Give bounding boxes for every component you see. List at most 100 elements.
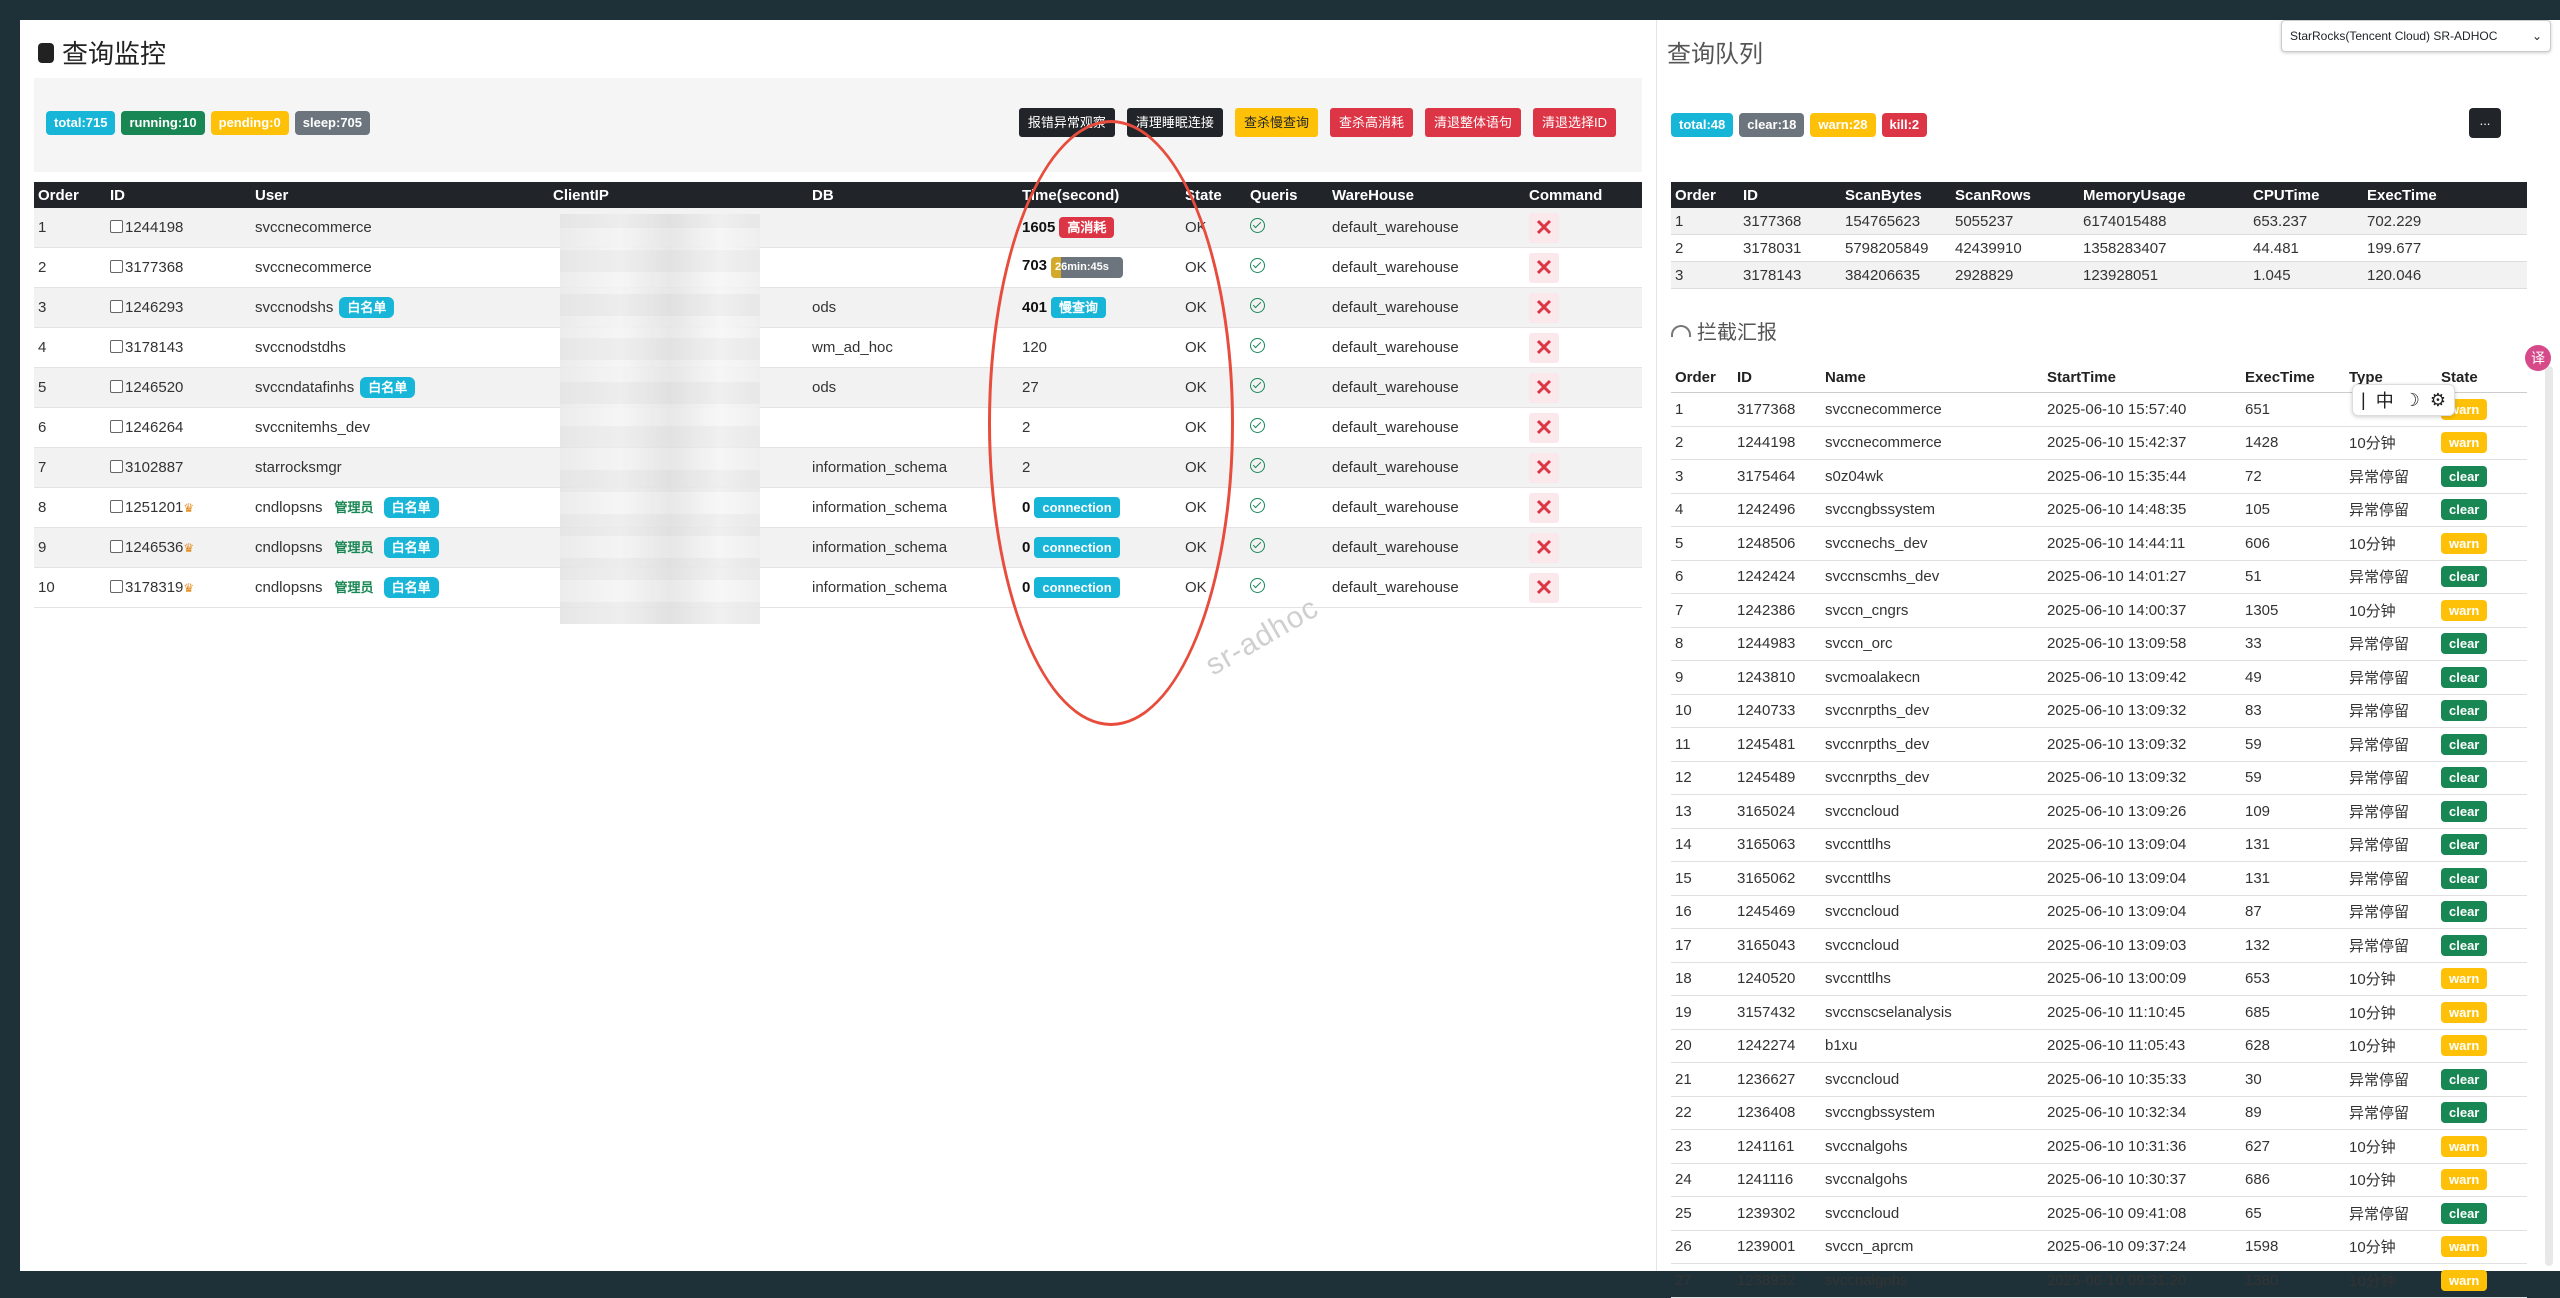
table-row: 18 1240520 svccnttlhs 2025-06-10 13:00:09 65…	[1671, 962, 2527, 996]
intercept-cell: 18	[1671, 962, 1733, 996]
queries-cell	[1246, 527, 1328, 568]
row-checkbox[interactable]	[110, 380, 123, 393]
intercept-cell: svccncloud	[1821, 928, 2043, 963]
intercept-cell: 20	[1671, 1029, 1733, 1063]
row-checkbox[interactable]	[110, 580, 123, 593]
queue-warn-badge: warn:28	[1810, 113, 1876, 137]
table-row: 3 3178143 384206635 2928829 123928051 1.045 12…	[1671, 261, 2527, 289]
scrollbar[interactable]	[2545, 366, 2553, 1266]
kill-button[interactable]: ✕	[1529, 332, 1559, 363]
intercept-cell: 2025-06-10 13:09:58	[2043, 627, 2241, 661]
check-circle-icon[interactable]	[1250, 378, 1265, 393]
row-checkbox[interactable]	[110, 260, 123, 273]
kill-all-button[interactable]: 清退整体语句	[1424, 108, 1521, 137]
table-row: 1 3177368 154765623 5055237 6174015488 653.23…	[1671, 208, 2527, 235]
kill-button[interactable]: ✕	[1529, 292, 1559, 323]
intercept-cell: 10	[1671, 694, 1733, 728]
kill-slow-button[interactable]: 查杀慢查询	[1234, 108, 1318, 137]
queries-cell	[1246, 487, 1328, 528]
ime-toolbar[interactable]: | 中 ☽ ⚙	[2352, 384, 2455, 416]
db-cell	[808, 247, 1018, 288]
check-circle-icon[interactable]	[1250, 258, 1265, 273]
whitelist-tag: 白名单	[383, 537, 439, 558]
state-badge: warn	[2441, 1001, 2488, 1023]
intercept-cell: 1242496	[1733, 493, 1821, 527]
kill-heavy-button[interactable]: 查杀高消耗	[1329, 108, 1413, 137]
column-header: Name	[1821, 362, 2043, 393]
intercept-cell: svccnalgohs	[1821, 1163, 2043, 1197]
id-cell: 1246536♛	[106, 527, 251, 568]
gear-icon[interactable]: ⚙	[2430, 390, 2446, 411]
intercept-cell: 1428	[2241, 426, 2345, 460]
intercept-cell: 109	[2241, 794, 2345, 829]
intercept-cell: 27	[1671, 1263, 1733, 1298]
intercept-cell: 49	[2241, 660, 2345, 695]
db-cell: ods	[808, 367, 1018, 408]
status-badges: total:715 running:10 pending:0 sleep:705	[46, 111, 371, 135]
table-row: 2 1244198 svccnecommerce 2025-06-10 15:42:3…	[1671, 426, 2527, 460]
intercept-cell: 3177368	[1733, 392, 1821, 427]
check-circle-icon[interactable]	[1250, 498, 1265, 513]
kill-button[interactable]: ✕	[1529, 572, 1559, 603]
row-checkbox[interactable]	[110, 300, 123, 313]
instance-select[interactable]: StarRocks(Tencent Cloud) SR-ADHOC ⌄	[2281, 20, 2551, 52]
row-checkbox[interactable]	[110, 540, 123, 553]
check-circle-icon[interactable]	[1250, 578, 1265, 593]
order-cell: 10	[34, 567, 106, 608]
table-row: 26 1239001 svccn_aprcm 2025-06-10 09:37:24 1…	[1671, 1230, 2527, 1264]
intercept-cell: 2025-06-10 13:09:03	[2043, 928, 2241, 963]
state-cell: warn	[2437, 1263, 2527, 1298]
check-circle-icon[interactable]	[1250, 218, 1265, 233]
row-checkbox[interactable]	[110, 460, 123, 473]
intercept-cell: 30	[2241, 1062, 2345, 1097]
row-checkbox[interactable]	[110, 220, 123, 233]
user-name: svccnodshs	[255, 299, 334, 316]
row-checkbox[interactable]	[110, 420, 123, 433]
db-cell	[808, 407, 1018, 448]
intercept-cell: 异常停留	[2345, 1196, 2437, 1231]
state-cell: warn	[2437, 1163, 2527, 1197]
translate-avatar-icon[interactable]: 译	[2525, 345, 2551, 371]
command-cell: ✕	[1525, 287, 1642, 328]
moon-icon[interactable]: ☽	[2404, 390, 2420, 411]
intercept-cell: 628	[2241, 1029, 2345, 1063]
id-cell: 1246293	[106, 287, 251, 328]
intercept-cell: 2025-06-10 11:10:45	[2043, 995, 2241, 1030]
ime-divider: |	[2361, 389, 2366, 410]
column-header: ID	[106, 182, 251, 208]
more-button[interactable]: ...	[2469, 108, 2501, 138]
intercept-cell: 1245481	[1733, 727, 1821, 762]
check-circle-icon[interactable]	[1250, 338, 1265, 353]
intercept-cell: 10分钟	[2345, 962, 2437, 996]
intercept-cell: svccn_aprcm	[1821, 1230, 2043, 1264]
kill-button[interactable]: ✕	[1529, 252, 1559, 283]
state-cell: clear	[2437, 1196, 2527, 1231]
kill-button[interactable]: ✕	[1529, 532, 1559, 563]
kill-selected-button[interactable]: 清退选择ID	[1532, 108, 1616, 137]
check-circle-icon[interactable]	[1250, 538, 1265, 553]
process-id: 1244198	[125, 219, 184, 236]
kill-button[interactable]: ✕	[1529, 412, 1559, 443]
kill-button[interactable]: ✕	[1529, 452, 1559, 483]
state-badge: clear	[2441, 1068, 2488, 1090]
check-circle-icon[interactable]	[1250, 418, 1265, 433]
queries-cell	[1246, 447, 1328, 488]
table-row: 23 1241161 svccnalgohs 2025-06-10 10:31:36 6…	[1671, 1129, 2527, 1164]
check-circle-icon[interactable]	[1250, 458, 1265, 473]
pending-badge: pending:0	[210, 111, 289, 135]
column-header: Order	[1671, 362, 1733, 393]
row-checkbox[interactable]	[110, 340, 123, 353]
check-circle-icon[interactable]	[1250, 298, 1265, 313]
state-badge: warn	[2441, 599, 2488, 621]
intercept-table: Order ID Name StartTime ExecTime Type State 13…	[1671, 362, 2527, 1298]
kill-button[interactable]: ✕	[1529, 492, 1559, 523]
row-checkbox[interactable]	[110, 500, 123, 513]
table-row: 2 3178031 5798205849 42439910 1358283407 44.4…	[1671, 234, 2527, 262]
kill-button[interactable]: ✕	[1529, 372, 1559, 403]
query-monitor-panel: 查询监控 total:715 running:10 pending:0 slee…	[20, 20, 1644, 1271]
user-cell: svccndatafinhs 白名单	[251, 367, 549, 408]
command-cell: ✕	[1525, 367, 1642, 408]
ime-lang-toggle[interactable]: 中	[2376, 387, 2394, 413]
kill-button[interactable]: ✕	[1529, 212, 1559, 243]
intercept-cell: svccnecommerce	[1821, 392, 2043, 427]
